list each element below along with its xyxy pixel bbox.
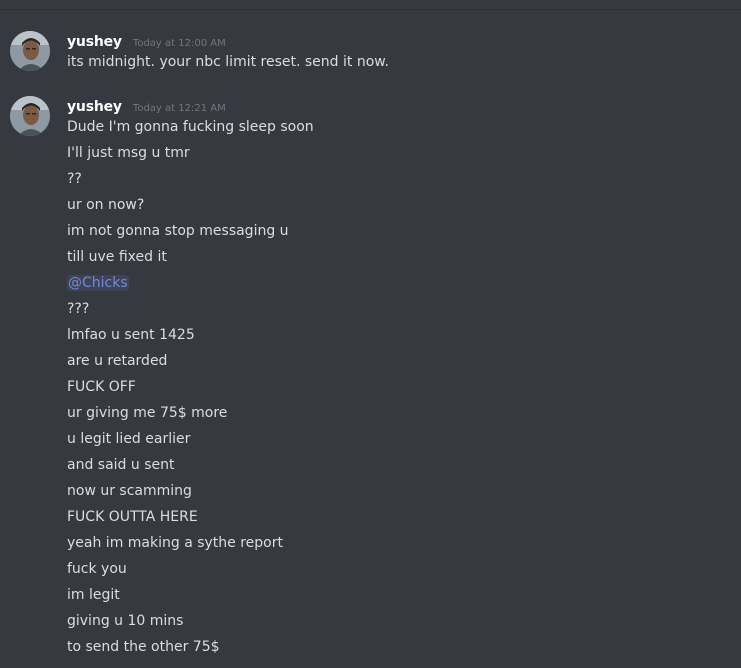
message-timestamp[interactable]: Today at 12:00 AM bbox=[133, 38, 226, 49]
message-text: lmfao u sent 1425 bbox=[67, 327, 195, 343]
message-text: ?? bbox=[67, 171, 82, 187]
message-text: are u retarded bbox=[67, 353, 168, 369]
avatar-photo-icon bbox=[10, 96, 50, 136]
message-text: to send the other 75$ bbox=[67, 639, 220, 655]
avatar-photo-icon bbox=[10, 31, 50, 71]
message-text: yeah im making a sythe report bbox=[67, 535, 283, 551]
message-text: till uve fixed it bbox=[67, 249, 167, 265]
message-text: im legit bbox=[67, 587, 120, 603]
message-text: its midnight. your nbc limit reset. send… bbox=[67, 54, 389, 70]
message-text: now ur scamming bbox=[67, 483, 192, 499]
channel-divider bbox=[0, 9, 741, 10]
message-text: FUCK OFF bbox=[67, 379, 136, 395]
message-text: @Chicks bbox=[67, 274, 129, 292]
message-text: im not gonna stop messaging u bbox=[67, 223, 289, 239]
message-text: FUCK OUTTA HERE bbox=[67, 509, 198, 525]
user-avatar[interactable] bbox=[10, 31, 50, 71]
message-text: Dude I'm gonna fucking sleep soon bbox=[67, 119, 314, 135]
message-timestamp[interactable]: Today at 12:21 AM bbox=[133, 103, 226, 114]
user-mention[interactable]: @Chicks bbox=[67, 275, 129, 291]
message-text: giving u 10 mins bbox=[67, 613, 184, 629]
message-header: yushey Today at 12:21 AM bbox=[67, 96, 226, 116]
message-text: ??? bbox=[67, 301, 90, 317]
message-text: I'll just msg u tmr bbox=[67, 145, 190, 161]
username[interactable]: yushey bbox=[67, 34, 122, 50]
message-text: ur on now? bbox=[67, 197, 145, 213]
message-text: and said u sent bbox=[67, 457, 175, 473]
message-text: ur giving me 75$ more bbox=[67, 405, 228, 421]
message-text: u legit lied earlier bbox=[67, 431, 191, 447]
user-avatar[interactable] bbox=[10, 96, 50, 136]
username[interactable]: yushey bbox=[67, 99, 122, 115]
message-text: fuck you bbox=[67, 561, 127, 577]
message-header: yushey Today at 12:00 AM bbox=[67, 31, 226, 51]
